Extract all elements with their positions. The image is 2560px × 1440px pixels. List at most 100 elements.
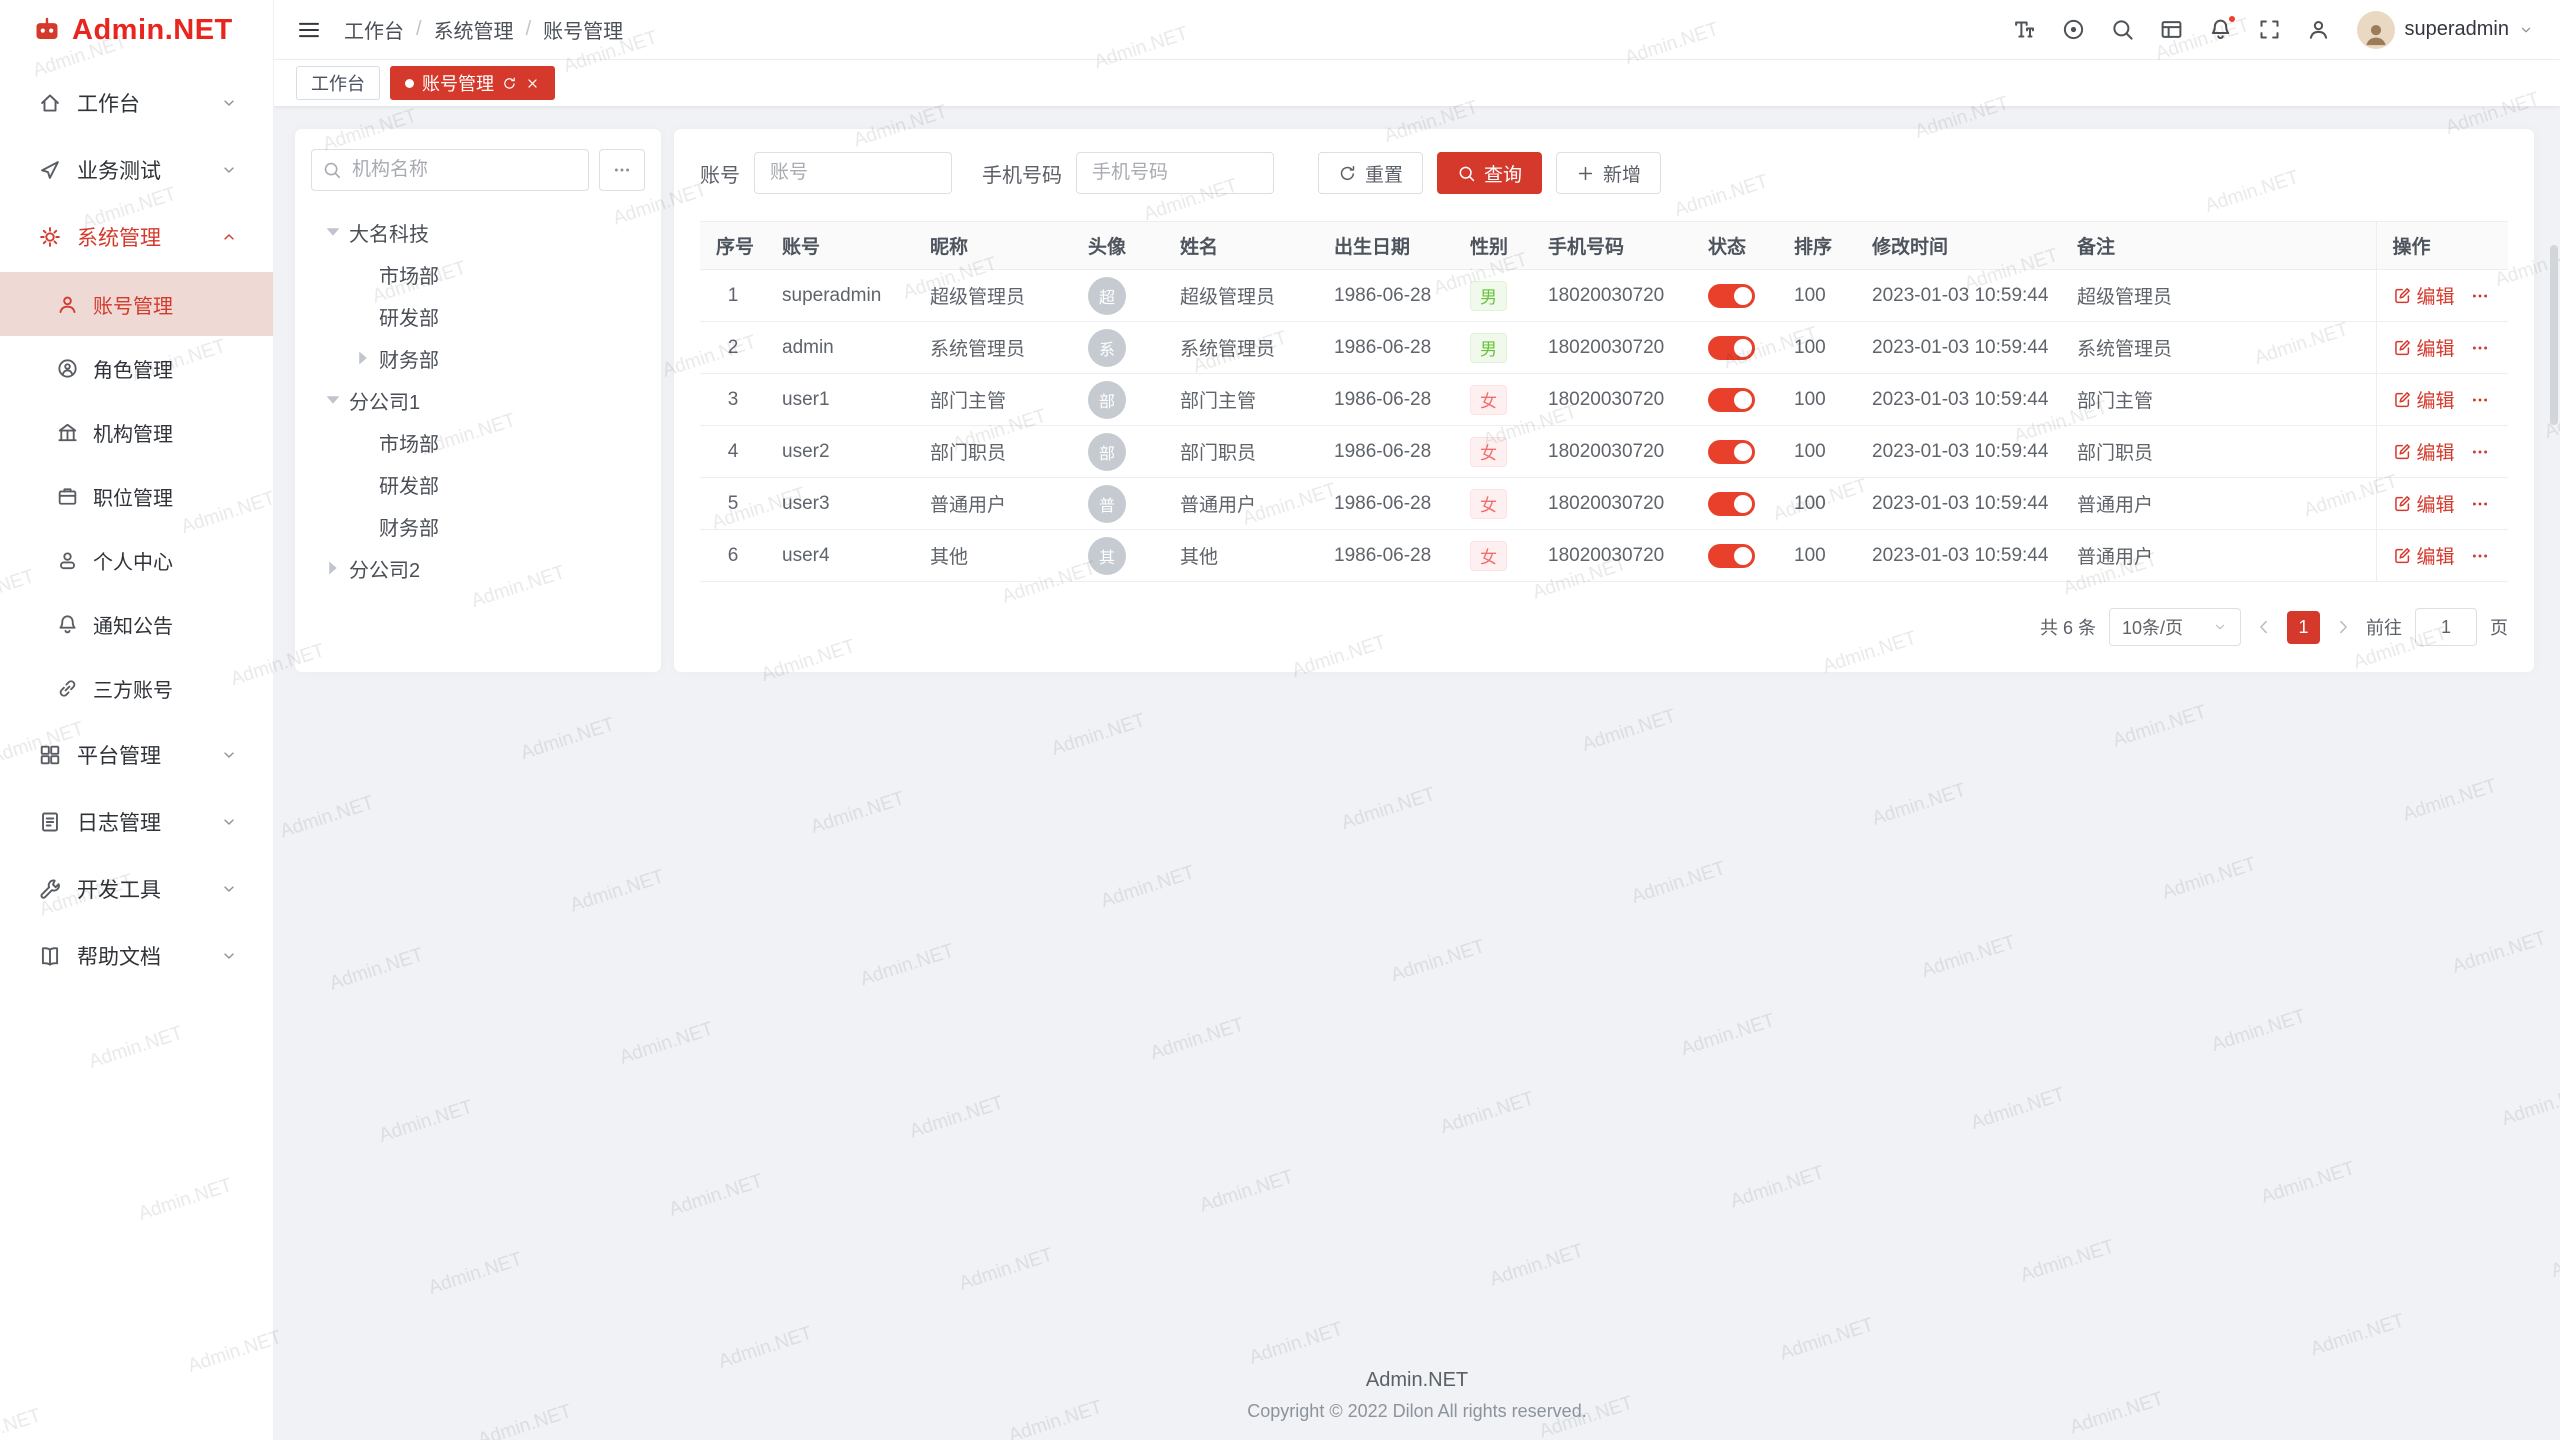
sidebar-item-third-party-account[interactable]: 三方账号	[0, 656, 273, 720]
edit-icon	[2393, 390, 2412, 409]
row-more-button[interactable]	[2470, 546, 2490, 566]
next-page-button[interactable]	[2333, 617, 2353, 637]
breadcrumb-item[interactable]: 系统管理	[434, 15, 514, 44]
toggle-knob	[1734, 339, 1752, 357]
col-header: 账号	[766, 222, 914, 270]
search-button[interactable]: 查询	[1437, 152, 1542, 194]
profile-icon[interactable]	[2306, 17, 2331, 42]
sidebar-item-label: 开发工具	[77, 874, 161, 904]
page-size-select[interactable]: 10条/页	[2109, 608, 2241, 646]
sidebar-item-system-mgmt[interactable]: 系统管理	[0, 205, 273, 269]
breadcrumb-item[interactable]: 工作台	[344, 15, 404, 44]
edit-button[interactable]: 编辑	[2393, 334, 2455, 361]
sidebar-item-notice[interactable]: 通知公告	[0, 592, 273, 656]
caret-right-icon[interactable]	[319, 554, 347, 582]
tree-node[interactable]: 研发部	[311, 295, 645, 337]
tab-account-mgmt[interactable]: 账号管理	[390, 66, 555, 100]
caret-down-icon[interactable]	[319, 218, 347, 246]
sidebar-item-dev-tools[interactable]: 开发工具	[0, 857, 273, 921]
bell-icon[interactable]	[2208, 17, 2233, 42]
status-toggle[interactable]	[1708, 284, 1755, 308]
sidebar-item-workbench[interactable]: 工作台	[0, 71, 273, 135]
tree-more-button[interactable]	[599, 149, 645, 191]
status-toggle[interactable]	[1708, 544, 1755, 568]
edit-button[interactable]: 编辑	[2393, 542, 2455, 569]
org-search-input[interactable]	[311, 149, 589, 191]
add-button[interactable]: 新增	[1556, 152, 1661, 194]
edit-button[interactable]: 编辑	[2393, 282, 2455, 309]
tree-node[interactable]: 财务部	[311, 505, 645, 547]
dark-mode-icon[interactable]	[2061, 17, 2086, 42]
row-more-button[interactable]	[2470, 338, 2490, 358]
edit-button[interactable]: 编辑	[2393, 490, 2455, 517]
prev-page-button[interactable]	[2254, 617, 2274, 637]
logo[interactable]: Admin.NET	[0, 0, 273, 60]
reset-button[interactable]: 重置	[1318, 152, 1423, 194]
content: 大名科技市场部研发部财务部分公司1市场部研发部财务部分公司2 账号 手机号码 重…	[274, 106, 2560, 1440]
refresh-icon[interactable]	[502, 76, 517, 91]
cell-remark: 普通用户	[2061, 530, 2376, 582]
table-row: 2admin系统管理员系系统管理员1986-06-28男180200307201…	[700, 322, 2508, 374]
cell-birth-date: 1986-06-28	[1318, 478, 1454, 530]
edit-button[interactable]: 编辑	[2393, 438, 2455, 465]
caret-down-icon[interactable]	[319, 386, 347, 414]
status-toggle[interactable]	[1708, 388, 1755, 412]
tree-node[interactable]: 市场部	[311, 253, 645, 295]
tab-workbench[interactable]: 工作台	[296, 66, 380, 100]
scrollbar-thumb[interactable]	[2550, 245, 2558, 425]
status-toggle[interactable]	[1708, 440, 1755, 464]
phone-input[interactable]	[1076, 152, 1274, 194]
cell-phone: 18020030720	[1532, 478, 1692, 530]
sidebar-item-log-mgmt[interactable]: 日志管理	[0, 790, 273, 854]
tree-node[interactable]: 市场部	[311, 421, 645, 463]
cell-name: 部门主管	[1164, 374, 1318, 426]
home-icon	[38, 91, 62, 115]
close-icon[interactable]	[525, 76, 540, 91]
tree-node[interactable]: 分公司1	[311, 379, 645, 421]
sidebar-item-label: 账号管理	[93, 290, 173, 319]
sidebar-item-business-test[interactable]: 业务测试	[0, 138, 273, 202]
row-more-button[interactable]	[2470, 286, 2490, 306]
cell-modified-time: 2023-01-03 10:59:44	[1856, 322, 2061, 374]
tree-node[interactable]: 财务部	[311, 337, 645, 379]
row-more-button[interactable]	[2470, 494, 2490, 514]
caret-right-icon[interactable]	[349, 344, 377, 372]
chevron-down-icon	[2212, 619, 2228, 635]
font-size-icon[interactable]	[2012, 17, 2037, 42]
user-menu[interactable]: superadmin	[2357, 11, 2534, 49]
avatar: 普	[1088, 485, 1126, 523]
tree-node[interactable]: 研发部	[311, 463, 645, 505]
cell-status	[1692, 426, 1778, 478]
tree-node[interactable]: 大名科技	[311, 211, 645, 253]
fullscreen-icon[interactable]	[2257, 17, 2282, 42]
tree-node[interactable]: 分公司2	[311, 547, 645, 589]
col-header: 昵称	[914, 222, 1072, 270]
sidebar-item-account-mgmt[interactable]: 账号管理	[0, 272, 273, 336]
edit-label: 编辑	[2417, 542, 2455, 569]
status-toggle[interactable]	[1708, 336, 1755, 360]
search-icon	[1457, 164, 1476, 183]
row-more-button[interactable]	[2470, 442, 2490, 462]
sidebar-item-org-mgmt[interactable]: 机构管理	[0, 400, 273, 464]
edit-button[interactable]: 编辑	[2393, 386, 2455, 413]
skin-icon[interactable]	[2159, 17, 2184, 42]
cell-gender: 女	[1454, 530, 1532, 582]
sidebar-item-position-mgmt[interactable]: 职位管理	[0, 464, 273, 528]
sidebar-item-platform-mgmt[interactable]: 平台管理	[0, 723, 273, 787]
tabs-bar: 工作台账号管理	[274, 60, 2560, 106]
logo-icon	[32, 15, 62, 45]
row-more-button[interactable]	[2470, 390, 2490, 410]
breadcrumb-item[interactable]: 账号管理	[543, 15, 623, 44]
sidebar-item-personal-center[interactable]: 个人中心	[0, 528, 273, 592]
sidebar-item-help-docs[interactable]: 帮助文档	[0, 924, 273, 988]
cell-remark: 普通用户	[2061, 478, 2376, 530]
account-input[interactable]	[754, 152, 952, 194]
search-icon[interactable]	[2110, 17, 2135, 42]
goto-page-input[interactable]	[2415, 608, 2477, 646]
breadcrumb-separator: /	[416, 18, 422, 41]
current-page[interactable]: 1	[2287, 611, 2320, 644]
sidebar-item-role-mgmt[interactable]: 角色管理	[0, 336, 273, 400]
tab-active-dot	[405, 79, 414, 88]
menu-collapse-button[interactable]	[296, 17, 322, 43]
status-toggle[interactable]	[1708, 492, 1755, 516]
